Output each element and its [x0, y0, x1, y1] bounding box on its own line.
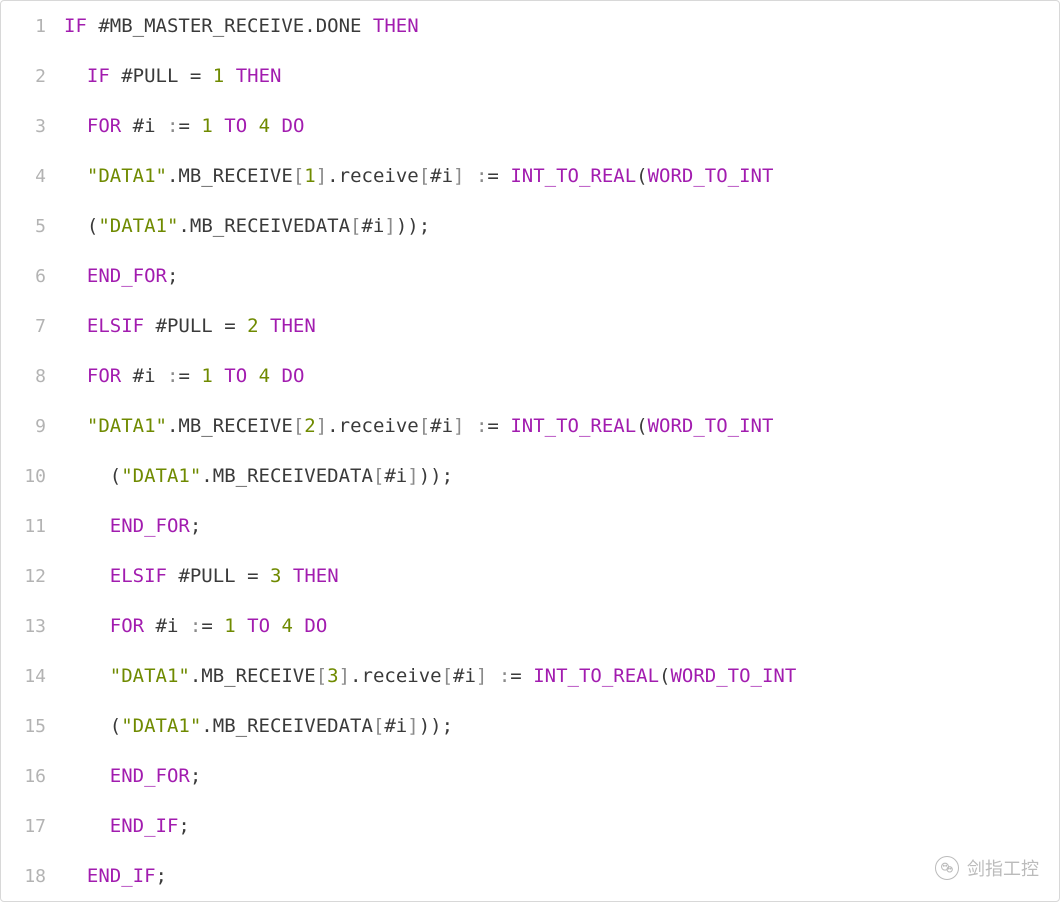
code-line: 4 "DATA1".MB_RECEIVE[1].receive[#i] := I…	[1, 151, 1059, 201]
code-content: FOR #i := 1 TO 4 DO	[64, 365, 304, 387]
code-line: 2 IF #PULL = 1 THEN	[1, 51, 1059, 101]
code-line: 13 FOR #i := 1 TO 4 DO	[1, 601, 1059, 651]
code-content: IF #MB_MASTER_RECEIVE.DONE THEN	[64, 15, 419, 37]
code-content: "DATA1".MB_RECEIVE[1].receive[#i] := INT…	[64, 165, 773, 187]
code-line: 18 END_IF;	[1, 851, 1059, 901]
code-block: 1IF #MB_MASTER_RECEIVE.DONE THEN2 IF #PU…	[0, 0, 1060, 902]
code-content: IF #PULL = 1 THEN	[64, 65, 281, 87]
code-line: 14 "DATA1".MB_RECEIVE[3].receive[#i] := …	[1, 651, 1059, 701]
code-content: END_IF;	[64, 865, 167, 887]
code-line: 15 ("DATA1".MB_RECEIVEDATA[#i]));	[1, 701, 1059, 751]
code-line: 1IF #MB_MASTER_RECEIVE.DONE THEN	[1, 1, 1059, 51]
line-number: 1	[1, 16, 64, 37]
code-content: ("DATA1".MB_RECEIVEDATA[#i]));	[64, 465, 453, 487]
code-line: 9 "DATA1".MB_RECEIVE[2].receive[#i] := I…	[1, 401, 1059, 451]
code-line: 16 END_FOR;	[1, 751, 1059, 801]
line-number: 16	[1, 766, 64, 787]
code-line: 12 ELSIF #PULL = 3 THEN	[1, 551, 1059, 601]
code-line: 10 ("DATA1".MB_RECEIVEDATA[#i]));	[1, 451, 1059, 501]
code-content: ELSIF #PULL = 2 THEN	[64, 315, 316, 337]
line-number: 5	[1, 216, 64, 237]
code-content: END_FOR;	[64, 765, 201, 787]
code-content: END_FOR;	[64, 515, 201, 537]
code-content: ("DATA1".MB_RECEIVEDATA[#i]));	[64, 715, 453, 737]
code-line: 6 END_FOR;	[1, 251, 1059, 301]
line-number: 8	[1, 366, 64, 387]
line-number: 17	[1, 816, 64, 837]
code-content: "DATA1".MB_RECEIVE[2].receive[#i] := INT…	[64, 415, 773, 437]
line-number: 14	[1, 666, 64, 687]
code-line: 5 ("DATA1".MB_RECEIVEDATA[#i]));	[1, 201, 1059, 251]
code-content: END_IF;	[64, 815, 190, 837]
code-content: FOR #i := 1 TO 4 DO	[64, 115, 304, 137]
line-number: 11	[1, 516, 64, 537]
code-lines: 1IF #MB_MASTER_RECEIVE.DONE THEN2 IF #PU…	[1, 1, 1059, 901]
code-line: 3 FOR #i := 1 TO 4 DO	[1, 101, 1059, 151]
line-number: 9	[1, 416, 64, 437]
code-content: ("DATA1".MB_RECEIVEDATA[#i]));	[64, 215, 430, 237]
code-content: END_FOR;	[64, 265, 178, 287]
line-number: 4	[1, 166, 64, 187]
code-line: 7 ELSIF #PULL = 2 THEN	[1, 301, 1059, 351]
line-number: 13	[1, 616, 64, 637]
line-number: 10	[1, 466, 64, 487]
code-content: FOR #i := 1 TO 4 DO	[64, 615, 327, 637]
code-content: "DATA1".MB_RECEIVE[3].receive[#i] := INT…	[64, 665, 796, 687]
line-number: 7	[1, 316, 64, 337]
line-number: 2	[1, 66, 64, 87]
wechat-icon	[935, 856, 959, 880]
line-number: 3	[1, 116, 64, 137]
code-content: ELSIF #PULL = 3 THEN	[64, 565, 339, 587]
code-line: 8 FOR #i := 1 TO 4 DO	[1, 351, 1059, 401]
line-number: 15	[1, 716, 64, 737]
watermark: 剑指工控	[935, 855, 1039, 881]
line-number: 12	[1, 566, 64, 587]
line-number: 6	[1, 266, 64, 287]
code-line: 11 END_FOR;	[1, 501, 1059, 551]
line-number: 18	[1, 866, 64, 887]
code-line: 17 END_IF;	[1, 801, 1059, 851]
watermark-text: 剑指工控	[967, 855, 1039, 881]
